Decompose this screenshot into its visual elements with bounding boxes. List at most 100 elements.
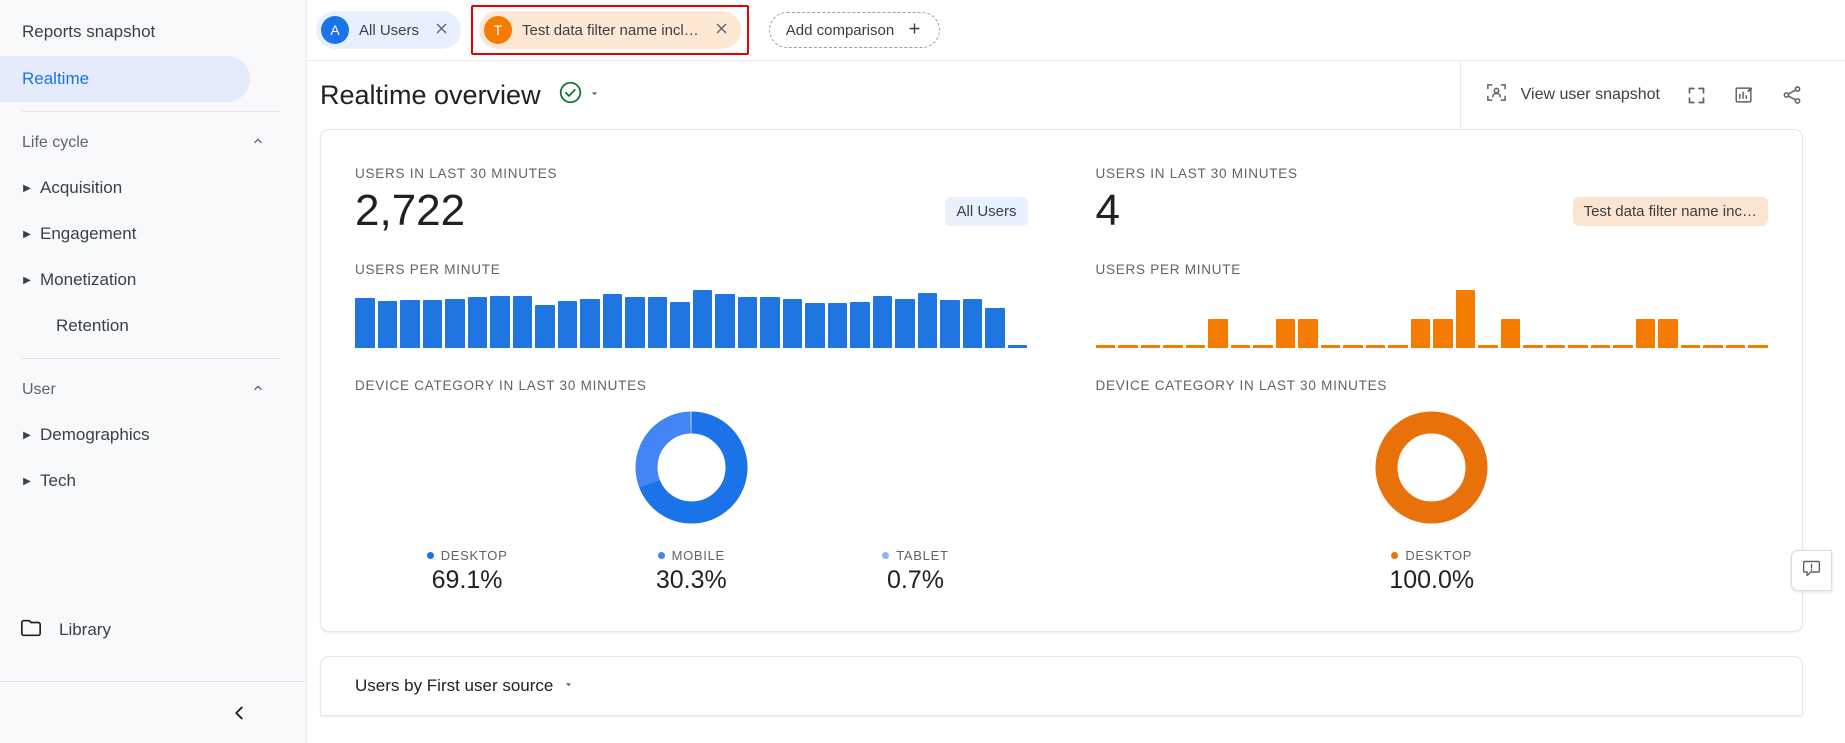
chart-bar bbox=[355, 297, 375, 348]
chart-bar bbox=[1230, 344, 1251, 348]
sidebar-item-realtime[interactable]: Realtime bbox=[0, 56, 250, 102]
chart-bar bbox=[580, 299, 600, 348]
sidebar-footer bbox=[0, 681, 306, 743]
comparison-chip-label: Test data filter name incl… bbox=[522, 21, 699, 39]
chart-bar bbox=[1500, 318, 1521, 348]
comparison-chip-test-filter[interactable]: T Test data filter name incl… bbox=[479, 11, 741, 49]
chevron-right-icon: ▶ bbox=[23, 274, 31, 286]
sidebar-item-label: Realtime bbox=[22, 69, 90, 88]
chevron-down-icon bbox=[588, 87, 601, 103]
legend-dot-icon bbox=[426, 551, 434, 559]
sidebar-divider bbox=[22, 358, 280, 359]
chart-bar bbox=[872, 295, 893, 348]
feedback-button[interactable] bbox=[1791, 550, 1832, 591]
chart-bar bbox=[985, 308, 1005, 348]
legend-item-value: 69.1% bbox=[431, 565, 503, 594]
legend-dot-icon bbox=[1391, 551, 1399, 559]
sidebar-item-engagement[interactable]: ▶ Engagement bbox=[0, 211, 306, 257]
realtime-overview-card: USERS IN LAST 30 MINUTES 2,722 All Users… bbox=[320, 129, 1803, 632]
chart-bar bbox=[1253, 344, 1273, 348]
comparison-chip-all-users[interactable]: A All Users bbox=[316, 11, 462, 49]
bottom-section: Users by First user source bbox=[307, 632, 1845, 716]
sidebar-item-demographics[interactable]: ▶ Demographics bbox=[0, 412, 306, 458]
legend-item: MOBILE 30.3% bbox=[579, 546, 803, 595]
chart-bar bbox=[962, 298, 983, 348]
legend-item-label: DESKTOP bbox=[426, 548, 508, 563]
sidebar-item-label: Acquisition bbox=[40, 178, 123, 197]
users-by-source-selector[interactable]: Users by First user source bbox=[355, 676, 575, 696]
page-toolbar: View user snapshot bbox=[1459, 61, 1803, 129]
device-category-donut[interactable] bbox=[355, 411, 1028, 524]
chart-bar bbox=[400, 300, 420, 348]
users-per-minute-label: USERS PER MINUTE bbox=[355, 261, 501, 277]
collapse-sidebar-icon[interactable] bbox=[228, 702, 250, 724]
chart-bar bbox=[1590, 344, 1611, 348]
chart-bar bbox=[602, 294, 623, 348]
status-badge[interactable] bbox=[558, 80, 601, 110]
chart-bar bbox=[670, 301, 690, 348]
users-by-source-label: Users by First user source bbox=[355, 676, 554, 695]
device-legend: DESKTOP 100.0% bbox=[1096, 546, 1769, 595]
sidebar-item-monetization[interactable]: ▶ Monetization bbox=[0, 257, 306, 303]
chart-bar bbox=[1613, 344, 1633, 348]
sidebar-item-label: Retention bbox=[56, 316, 129, 335]
chart-bar bbox=[1523, 344, 1543, 348]
view-user-snapshot-button[interactable]: View user snapshot bbox=[1485, 81, 1660, 109]
legend-item: TABLET 0.7% bbox=[803, 546, 1027, 595]
fullscreen-icon[interactable] bbox=[1686, 85, 1707, 106]
sidebar-item-label: Reports snapshot bbox=[22, 22, 156, 41]
legend-item-value: 30.3% bbox=[655, 565, 727, 594]
close-icon[interactable] bbox=[713, 20, 730, 41]
chart-bar bbox=[1095, 344, 1116, 348]
device-category-donut[interactable] bbox=[1096, 411, 1769, 524]
sidebar-item-acquisition[interactable]: ▶ Acquisition bbox=[0, 165, 306, 211]
chart-bar bbox=[1680, 344, 1701, 348]
main-content: A All Users T Test data filter name incl… bbox=[307, 0, 1845, 743]
sidebar-item-library[interactable]: Library bbox=[0, 607, 306, 653]
users-per-minute-chart[interactable] bbox=[1095, 286, 1769, 348]
comparison-chip-label: All Users bbox=[359, 21, 420, 39]
sidebar-item-label: Tech bbox=[40, 471, 76, 490]
chart-bar bbox=[850, 301, 870, 348]
comparison-avatar-icon: A bbox=[321, 16, 349, 44]
chart-bar bbox=[760, 297, 780, 348]
chevron-right-icon: ▶ bbox=[23, 429, 31, 441]
device-category-label: DEVICE CATEGORY IN LAST 30 MINUTES bbox=[1095, 377, 1388, 393]
sidebar-group-user[interactable]: User bbox=[0, 368, 306, 412]
chart-bar bbox=[512, 296, 533, 348]
legend-dot-icon bbox=[882, 551, 890, 559]
realtime-card-wrap: USERS IN LAST 30 MINUTES 2,722 All Users… bbox=[307, 129, 1845, 632]
view-user-snapshot-label: View user snapshot bbox=[1520, 86, 1660, 103]
users-by-source-card: Users by First user source bbox=[320, 656, 1803, 716]
sidebar-group-life-cycle[interactable]: Life cycle bbox=[0, 121, 306, 165]
legend-item-label: MOBILE bbox=[657, 547, 725, 563]
chevron-up-icon bbox=[250, 133, 266, 154]
sidebar-item-label: Demographics bbox=[40, 425, 150, 444]
chart-bar bbox=[1007, 344, 1028, 348]
close-icon[interactable] bbox=[433, 20, 450, 41]
share-icon[interactable] bbox=[1781, 84, 1803, 106]
edit-chart-icon[interactable] bbox=[1733, 84, 1755, 106]
sidebar-item-tech[interactable]: ▶ Tech bbox=[0, 458, 306, 504]
chevron-up-icon bbox=[250, 380, 266, 401]
legend-dot-icon bbox=[657, 551, 665, 559]
chart-bar bbox=[1635, 318, 1656, 348]
users-per-minute-chart[interactable] bbox=[355, 286, 1028, 348]
chart-bar bbox=[647, 296, 668, 348]
chart-bar bbox=[1725, 344, 1746, 348]
sidebar-item-retention[interactable]: Retention bbox=[0, 303, 306, 349]
chart-bar bbox=[1118, 344, 1138, 348]
chart-bar bbox=[1410, 318, 1431, 348]
legend-item-name: MOBILE bbox=[671, 547, 725, 563]
comparison-avatar-icon: T bbox=[484, 16, 513, 44]
plus-icon bbox=[906, 20, 923, 41]
sidebar-item-reports-snapshot[interactable]: Reports snapshot bbox=[0, 9, 250, 55]
sidebar-group-label: Life cycle bbox=[22, 134, 89, 151]
add-comparison-button[interactable]: Add comparison bbox=[768, 12, 941, 48]
chart-bar bbox=[1163, 344, 1183, 348]
chart-bar bbox=[557, 300, 578, 348]
chart-bar bbox=[1185, 344, 1206, 348]
users-metric-value: 2,722 bbox=[355, 186, 466, 235]
device-legend: DESKTOP 69.1% MOBILE 30.3% TABLET 0.7% bbox=[355, 546, 1028, 595]
legend-item-name: TABLET bbox=[896, 547, 949, 563]
